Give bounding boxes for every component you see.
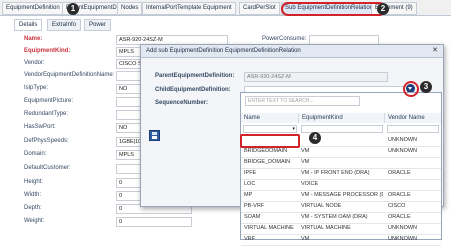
label-def-phys-speeds: DefPhysSpeeds: (24, 138, 69, 144)
label-equipment-picture: EquipmentPicture: (24, 98, 74, 104)
label-has-sw-port: HasSwPort: (24, 124, 56, 130)
cell-equipment-kind: VM (301, 148, 310, 154)
dropdown-search-input[interactable]: ENTER TEXT TO SEARCH... (245, 96, 360, 106)
cell-equipment-kind: VM (301, 159, 310, 165)
cell-name: SOAM (244, 214, 261, 220)
dropdown-row[interactable]: VRF VM UNKNOWN (241, 234, 441, 246)
label-power-consume: PowerConsume: (262, 36, 307, 42)
tab-internal-port-template[interactable]: InternalPortTemplate Equipment (142, 2, 236, 15)
cell-name: MP (244, 192, 253, 198)
cell-name: VRF (244, 236, 255, 242)
cell-equipment-kind: VIRTUAL NODE (301, 203, 342, 209)
cell-equipment-kind: VM - MESSAGE PROCESSOR (DRA) (301, 192, 383, 198)
cell-vendor-name (388, 179, 438, 190)
label-redundant-type: RedundantType: (24, 111, 69, 117)
cell-vendor-name: UNKNOWN (388, 225, 418, 231)
label-depth: Depth: (24, 205, 42, 211)
parent-equipment-definition-field: ASR-920-24SZ-M (244, 72, 388, 82)
cell-vendor-name: CISCO (388, 203, 406, 209)
tab-card-per-slot[interactable]: CardPerSlot (239, 2, 280, 15)
label-name: Name: (24, 36, 43, 42)
child-definition-dropdown: ENTER TEXT TO SEARCH... Name EquipmentKi… (240, 92, 442, 246)
cell-vendor-name: UNKNOWN (388, 236, 418, 242)
cell-vendor-name (388, 157, 438, 168)
filter-chevron-icon[interactable]: ▾ (292, 127, 295, 132)
filter-name-input[interactable]: ▾ (243, 125, 297, 133)
tab-nodes[interactable]: Nodes (117, 2, 143, 15)
cell-equipment-kind: VIRTUAL MACHINE (301, 225, 351, 231)
cell-equipment-kind: VM - IP FRONT END (DRA) (301, 170, 370, 176)
label-islp-type: IslpType: (24, 85, 49, 91)
row-highlight-box (240, 134, 300, 148)
label-default-customer: DefaultCustomer: (24, 165, 71, 171)
column-header-equipment-kind[interactable]: EquipmentKind (299, 113, 385, 123)
toggle-highlight-ring (403, 81, 419, 97)
cell-equipment-kind: VOICE (301, 181, 319, 187)
label-child-equipment-definition: ChildEquipmentDefinition: (155, 87, 231, 93)
cell-vendor-name: ORACLE (388, 170, 411, 176)
label-vendor-def-name: VendorEquipmentDefinitionName: (24, 72, 115, 78)
label-height: Height: (24, 179, 44, 185)
label-vendor: Vendor: (24, 60, 45, 66)
cell-equipment-kind: VM - SYSTEM OAM (DRA) (301, 214, 368, 220)
label-weight: Weight: (24, 218, 45, 224)
cell-name: PB-VRF (244, 203, 265, 209)
callout-3: 3 (420, 81, 432, 93)
label-width: Width: (24, 192, 42, 198)
cell-name: BRIDGE_DOMAIN (244, 159, 291, 165)
cell-name: IPFE (244, 170, 257, 176)
label-sequence-number: SequenceNumber: (155, 100, 209, 106)
tab-highlight-ring (281, 2, 386, 16)
sub-tab-bar: Details ExtraInfo Power (0, 17, 451, 31)
cell-vendor-name: ORACLE (388, 214, 411, 220)
callout-4: 4 (309, 132, 321, 144)
cell-name: LOC (244, 181, 256, 187)
callout-2: 2 (377, 3, 389, 15)
cell-vendor-name: UNKNOWN (388, 137, 418, 143)
cell-name: VIRTUAL MACHINE (244, 225, 294, 231)
cell-equipment-kind: VM (301, 236, 310, 242)
cell-vendor-name: ORACLE (388, 192, 411, 198)
filter-vendor-input[interactable] (387, 125, 439, 133)
label-domain: Domain: (24, 151, 47, 157)
dialog-title: Add sub EquipmentDefinition EquipmentDef… (141, 45, 443, 58)
callout-1: 1 (67, 3, 79, 15)
cell-vendor-name: UNKNOWN (388, 148, 418, 154)
weight-field[interactable]: 0 (116, 217, 192, 227)
tab-equipment-definition[interactable]: EquipmentDefinition (2, 2, 64, 15)
column-header-vendor-name[interactable]: Vendor Name (385, 113, 441, 123)
label-equipment-kind: EquipmentKind: (24, 48, 71, 54)
label-parent-equipment-definition: ParentEquipmentDefinition: (155, 73, 235, 79)
column-header-name[interactable]: Name (241, 113, 299, 123)
save-icon[interactable] (149, 130, 160, 141)
close-icon[interactable]: ✕ (431, 47, 439, 55)
